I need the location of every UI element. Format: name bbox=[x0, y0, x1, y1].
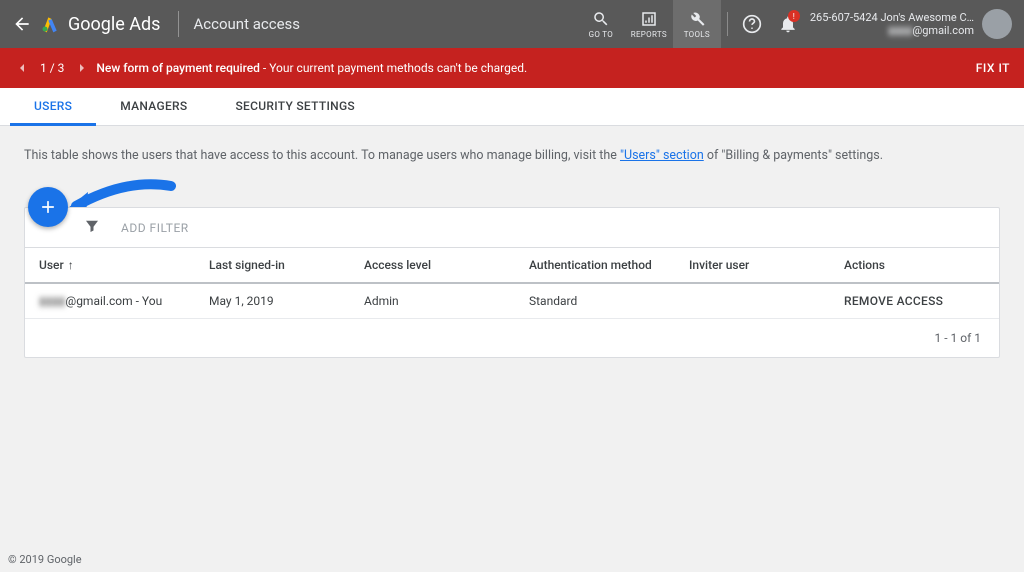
content-area: This table shows the users that have acc… bbox=[0, 126, 1024, 358]
help-icon bbox=[742, 14, 762, 34]
notifications-button[interactable]: ! bbox=[770, 0, 806, 48]
col-user[interactable]: User↑ bbox=[25, 248, 195, 283]
account-email-suffix: @gmail.com bbox=[912, 24, 974, 37]
cell-auth-method: Standard bbox=[515, 283, 675, 319]
users-table-panel: ADD FILTER User↑ Last signed-in Access l… bbox=[24, 207, 1000, 358]
search-icon bbox=[592, 10, 610, 28]
alert-prev-icon[interactable] bbox=[14, 60, 30, 76]
header-separator bbox=[727, 12, 728, 36]
google-ads-logo-icon bbox=[40, 14, 60, 34]
avatar[interactable] bbox=[982, 9, 1012, 39]
filter-bar: ADD FILTER bbox=[25, 208, 999, 248]
col-actions[interactable]: Actions bbox=[830, 248, 999, 283]
cell-user: ▮▮▮▮@gmail.com - You bbox=[25, 283, 195, 319]
goto-button[interactable]: GO TO bbox=[577, 0, 625, 48]
table-row: ▮▮▮▮@gmail.com - You May 1, 2019 Admin S… bbox=[25, 283, 999, 319]
table-pager: 1 - 1 of 1 bbox=[25, 319, 999, 357]
help-button[interactable] bbox=[734, 0, 770, 48]
cell-inviter-user bbox=[675, 283, 830, 319]
reports-button[interactable]: REPORTS bbox=[625, 0, 673, 48]
account-id-line: 265-607-5424 Jon's Awesome C… bbox=[810, 11, 974, 24]
tab-security-settings[interactable]: SECURITY SETTINGS bbox=[211, 88, 379, 126]
product-name: Google Ads bbox=[68, 14, 160, 35]
tools-button[interactable]: TOOLS bbox=[673, 0, 721, 48]
sort-asc-icon: ↑ bbox=[68, 258, 74, 272]
top-header: Google Ads Account access GO TO REPORTS … bbox=[0, 0, 1024, 48]
notification-badge: ! bbox=[788, 10, 800, 22]
add-user-button[interactable] bbox=[28, 187, 68, 227]
users-table: User↑ Last signed-in Access level Authen… bbox=[25, 248, 999, 319]
remove-access-button[interactable]: REMOVE ACCESS bbox=[830, 283, 999, 319]
alert-counter: 1 / 3 bbox=[40, 61, 64, 75]
col-inviter-user[interactable]: Inviter user bbox=[675, 248, 830, 283]
reports-icon bbox=[640, 10, 658, 28]
account-info[interactable]: 265-607-5424 Jon's Awesome C… ▮▮▮▮@gmail… bbox=[810, 11, 974, 37]
wrench-icon bbox=[688, 10, 706, 28]
cell-last-signed-in: May 1, 2019 bbox=[195, 283, 350, 319]
footer-copyright: © 2019 Google bbox=[8, 553, 82, 566]
page-title: Account access bbox=[193, 15, 300, 33]
back-arrow-icon[interactable] bbox=[12, 14, 32, 34]
header-divider bbox=[178, 11, 179, 37]
alert-banner: 1 / 3 New form of payment required - You… bbox=[0, 48, 1024, 88]
tab-users[interactable]: USERS bbox=[10, 88, 96, 126]
users-section-link[interactable]: "Users" section bbox=[620, 148, 704, 163]
cell-access-level: Admin bbox=[350, 283, 515, 319]
header-tools: GO TO REPORTS TOOLS ! 265-607-5424 Jon's… bbox=[577, 0, 1012, 48]
alert-next-icon[interactable] bbox=[74, 60, 90, 76]
col-last-signed-in[interactable]: Last signed-in bbox=[195, 248, 350, 283]
tab-managers[interactable]: MANAGERS bbox=[96, 88, 211, 126]
fix-it-button[interactable]: FIX IT bbox=[976, 61, 1010, 75]
plus-icon bbox=[38, 197, 58, 217]
intro-text: This table shows the users that have acc… bbox=[24, 148, 1000, 163]
col-auth-method[interactable]: Authentication method bbox=[515, 248, 675, 283]
add-filter-button[interactable]: ADD FILTER bbox=[121, 221, 189, 235]
table-header-row: User↑ Last signed-in Access level Authen… bbox=[25, 248, 999, 283]
tabs-bar: USERS MANAGERS SECURITY SETTINGS bbox=[0, 88, 1024, 126]
col-access-level[interactable]: Access level bbox=[350, 248, 515, 283]
filter-icon[interactable] bbox=[83, 217, 101, 238]
alert-message: New form of payment required - Your curr… bbox=[96, 61, 527, 75]
